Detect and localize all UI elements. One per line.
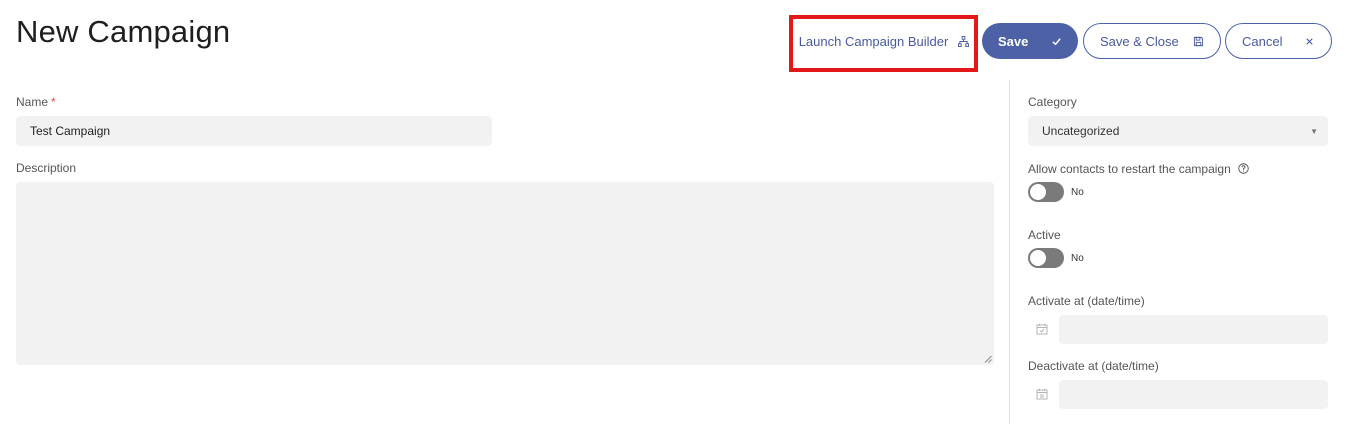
description-textarea[interactable] [16, 182, 994, 365]
name-input-value: Test Campaign [30, 124, 111, 138]
cancel-button[interactable]: Cancel [1225, 23, 1332, 59]
category-select[interactable]: Uncategorized ▼ [1028, 116, 1328, 146]
launch-campaign-builder-label: Launch Campaign Builder [798, 33, 949, 49]
name-input[interactable]: Test Campaign [16, 116, 492, 146]
cancel-label: Cancel [1242, 33, 1283, 49]
active-label: Active [1028, 228, 1061, 242]
toggle-knob [1030, 250, 1046, 266]
launch-campaign-builder-button[interactable]: Launch Campaign Builder [797, 24, 971, 58]
allow-restart-label: Allow contacts to restart the campaign [1028, 162, 1249, 176]
campaign-editor: New Campaign Launch Campaign Builder Sav… [0, 0, 1346, 424]
calendar-icon[interactable] [1036, 323, 1048, 335]
save-and-close-label: Save & Close [1100, 33, 1179, 49]
save-button[interactable]: Save [982, 23, 1078, 59]
page-title: New Campaign [16, 14, 231, 49]
category-select-value: Uncategorized [1042, 124, 1120, 138]
save-and-close-button[interactable]: Save & Close [1083, 23, 1221, 59]
floppy-disk-icon [1193, 36, 1204, 46]
name-label-text: Name [16, 95, 49, 109]
deactivate-at-row [1028, 380, 1328, 409]
active-state: No [1071, 252, 1084, 264]
allow-restart-state: No [1071, 186, 1084, 198]
calendar-icon[interactable] [1036, 388, 1048, 400]
allow-restart-label-text: Allow contacts to restart the campaign [1028, 162, 1231, 176]
deactivate-at-label: Deactivate at (date/time) [1028, 359, 1159, 373]
activate-at-row [1028, 315, 1328, 344]
name-label: Name * [16, 95, 56, 109]
active-toggle[interactable] [1028, 248, 1064, 268]
allow-restart-toggle[interactable] [1028, 182, 1064, 202]
deactivate-at-input[interactable] [1059, 380, 1328, 409]
description-label: Description [16, 161, 77, 175]
caret-down-icon: ▼ [1310, 126, 1318, 136]
category-label: Category [1028, 95, 1077, 109]
save-label: Save [998, 33, 1029, 49]
toggle-knob [1030, 184, 1046, 200]
activate-at-label: Activate at (date/time) [1028, 294, 1145, 308]
resize-grip-icon[interactable] [984, 355, 992, 363]
sitemap-icon [958, 35, 970, 47]
question-circle-icon[interactable] [1238, 163, 1249, 174]
column-divider [1009, 80, 1010, 424]
active-toggle-row: No [1028, 248, 1084, 268]
check-icon [1052, 37, 1061, 45]
close-icon [1306, 37, 1313, 45]
required-mark: * [51, 95, 56, 109]
activate-at-input[interactable] [1059, 315, 1328, 344]
allow-restart-toggle-row: No [1028, 182, 1084, 202]
